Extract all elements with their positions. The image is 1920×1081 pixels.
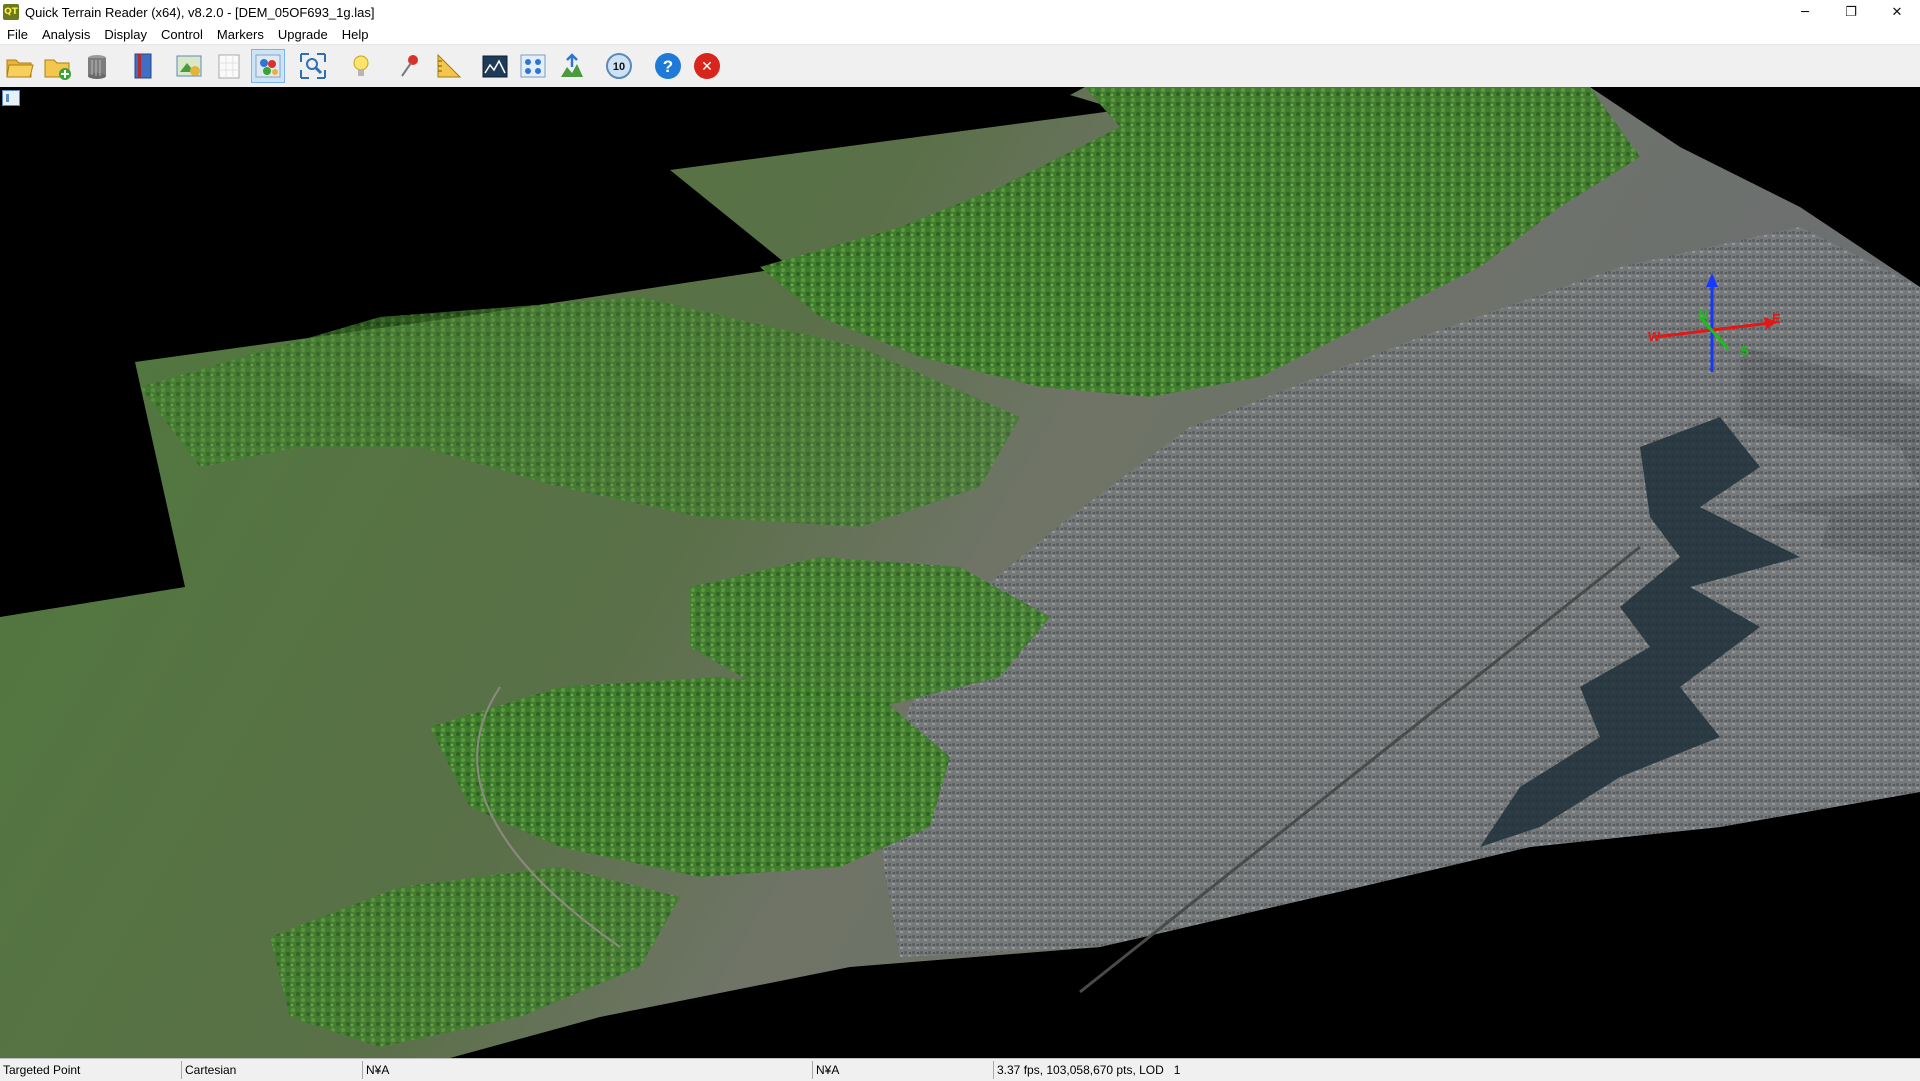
gizmo-south-label: S — [1740, 343, 1749, 358]
window-controls: ─ ❐ ✕ — [1782, 0, 1920, 24]
view-panel-toggle-icon[interactable] — [2, 90, 20, 106]
export-grid-icon — [561, 53, 583, 77]
status-coordinate-system: Cartesian — [181, 1061, 361, 1079]
ruler-icon — [437, 53, 462, 78]
book-icon — [134, 53, 152, 79]
point-density-button[interactable] — [516, 49, 550, 83]
window-title: Quick Terrain Reader (x64), v8.2.0 - [DE… — [25, 4, 375, 20]
menu-display[interactable]: Display — [97, 27, 154, 42]
profile-button[interactable] — [478, 49, 512, 83]
terrain-render[interactable]: N E S W — [0, 87, 1920, 1058]
gizmo-north-label: N — [1698, 307, 1707, 322]
open-folder-icon — [6, 59, 34, 78]
status-mode: Targeted Point — [3, 1063, 81, 1077]
add-folder-button[interactable] — [40, 49, 74, 83]
help-button[interactable]: ? — [651, 49, 685, 83]
status-value-2: N¥A — [812, 1061, 992, 1079]
color-points-button[interactable] — [251, 49, 285, 83]
gizmo-east-label: E — [1772, 311, 1781, 326]
marker-pin-button[interactable] — [393, 49, 427, 83]
toolbar: 10 ? ✕ — [0, 45, 1920, 88]
database-button[interactable] — [80, 49, 114, 83]
database-icon — [88, 55, 106, 79]
status-bar: Targeted Point Cartesian N¥A N¥A 3.37 fp… — [0, 1058, 1920, 1081]
minimize-button[interactable]: ─ — [1782, 0, 1828, 24]
point-density-icon — [520, 54, 546, 78]
menu-help[interactable]: Help — [335, 27, 376, 42]
color-points-icon — [255, 54, 281, 78]
title-bar: QT Quick Terrain Reader (x64), v8.2.0 - … — [0, 0, 1920, 24]
lightbulb-icon — [353, 55, 369, 76]
measure-button[interactable] — [432, 49, 466, 83]
terrain-viewport[interactable]: N E S W — [0, 87, 1920, 1058]
menu-markers[interactable]: Markers — [210, 27, 271, 42]
lod-icon: 10 — [606, 53, 632, 79]
close-button[interactable]: ✕ — [1874, 0, 1920, 24]
menu-control[interactable]: Control — [154, 27, 210, 42]
zoom-extents-icon — [300, 53, 326, 79]
status-render-info: 3.37 fps, 103,058,670 pts, LOD 1 — [993, 1061, 1920, 1079]
pushpin-icon — [401, 55, 418, 77]
zoom-extents-button[interactable] — [296, 49, 330, 83]
exit-icon: ✕ — [694, 53, 720, 79]
folder-add-icon — [44, 59, 71, 80]
profile-icon — [482, 55, 508, 78]
app-icon: QT — [3, 4, 19, 20]
map-layers-icon — [176, 55, 202, 77]
restore-button[interactable]: ❐ — [1828, 0, 1874, 24]
lod-button[interactable]: 10 — [602, 49, 636, 83]
open-folder-button[interactable] — [2, 49, 36, 83]
gizmo-west-label: W — [1648, 329, 1661, 344]
exit-button[interactable]: ✕ — [690, 49, 724, 83]
menu-file[interactable]: File — [0, 27, 35, 42]
help-icon: ? — [655, 53, 681, 79]
export-grid-button[interactable] — [555, 49, 589, 83]
menu-bar: File Analysis Display Control Markers Up… — [0, 24, 1920, 45]
status-value-1: N¥A — [362, 1061, 811, 1079]
svg-text:10: 10 — [613, 61, 625, 73]
book-button[interactable] — [127, 49, 161, 83]
svg-text:?: ? — [663, 57, 673, 76]
lighting-button[interactable] — [344, 49, 378, 83]
blank-document-icon — [218, 54, 240, 79]
blank-document-button[interactable] — [212, 49, 246, 83]
menu-upgrade[interactable]: Upgrade — [271, 27, 335, 42]
menu-analysis[interactable]: Analysis — [35, 27, 97, 42]
map-layers-button[interactable] — [172, 49, 206, 83]
svg-text:✕: ✕ — [701, 59, 713, 75]
